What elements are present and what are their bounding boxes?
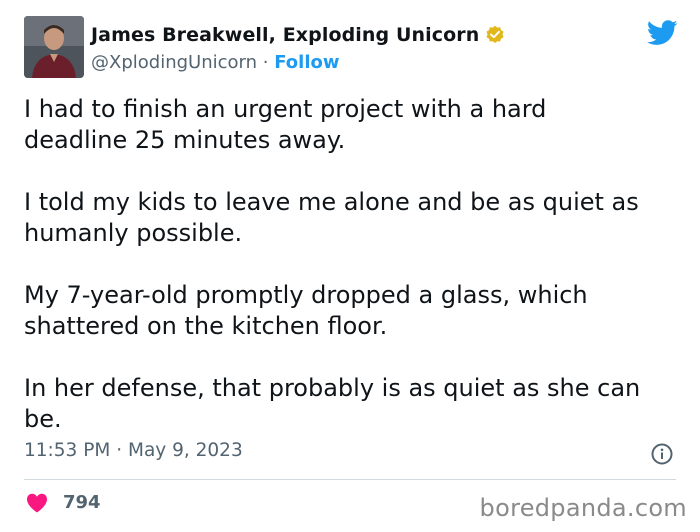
like-count: 794 xyxy=(63,492,101,513)
watermark: boredpanda.com xyxy=(479,494,687,522)
tweet-paragraph: I told my kids to leave me alone and be … xyxy=(24,188,639,247)
follow-link[interactable]: Follow xyxy=(274,52,339,73)
name-row: James Breakwell, Exploding Unicorn xyxy=(91,24,505,46)
like-action[interactable]: 794 xyxy=(26,492,101,513)
tweet-date: May 9, 2023 xyxy=(127,440,243,461)
tweet-time: 11:53 PM xyxy=(24,440,111,461)
twitter-bird-icon[interactable] xyxy=(647,20,678,46)
tweet-paragraph: I had to finish an urgent project with a… xyxy=(24,95,547,154)
tweet-paragraph: In her defense, that probably is as quie… xyxy=(24,374,641,433)
author-name[interactable]: James Breakwell, Exploding Unicorn xyxy=(91,24,479,46)
tweet-text: I had to finish an urgent project with a… xyxy=(24,94,684,466)
tweet-header: James Breakwell, Exploding Unicorn @Xplo… xyxy=(24,16,680,80)
tweet-timestamp[interactable]: 11:53 PM · May 9, 2023 xyxy=(24,440,243,461)
divider xyxy=(24,479,676,480)
author-handle[interactable]: @XplodingUnicorn xyxy=(91,52,257,73)
meta-separator: · xyxy=(116,440,123,461)
verified-badge-icon xyxy=(485,25,505,45)
handle-row: @XplodingUnicorn · Follow xyxy=(91,52,340,73)
avatar[interactable] xyxy=(24,16,84,78)
tweet-paragraph: My 7-year-old promptly dropped a glass, … xyxy=(24,281,588,340)
info-icon[interactable] xyxy=(651,443,673,465)
separator: · xyxy=(262,52,269,73)
heart-icon[interactable] xyxy=(26,493,48,513)
